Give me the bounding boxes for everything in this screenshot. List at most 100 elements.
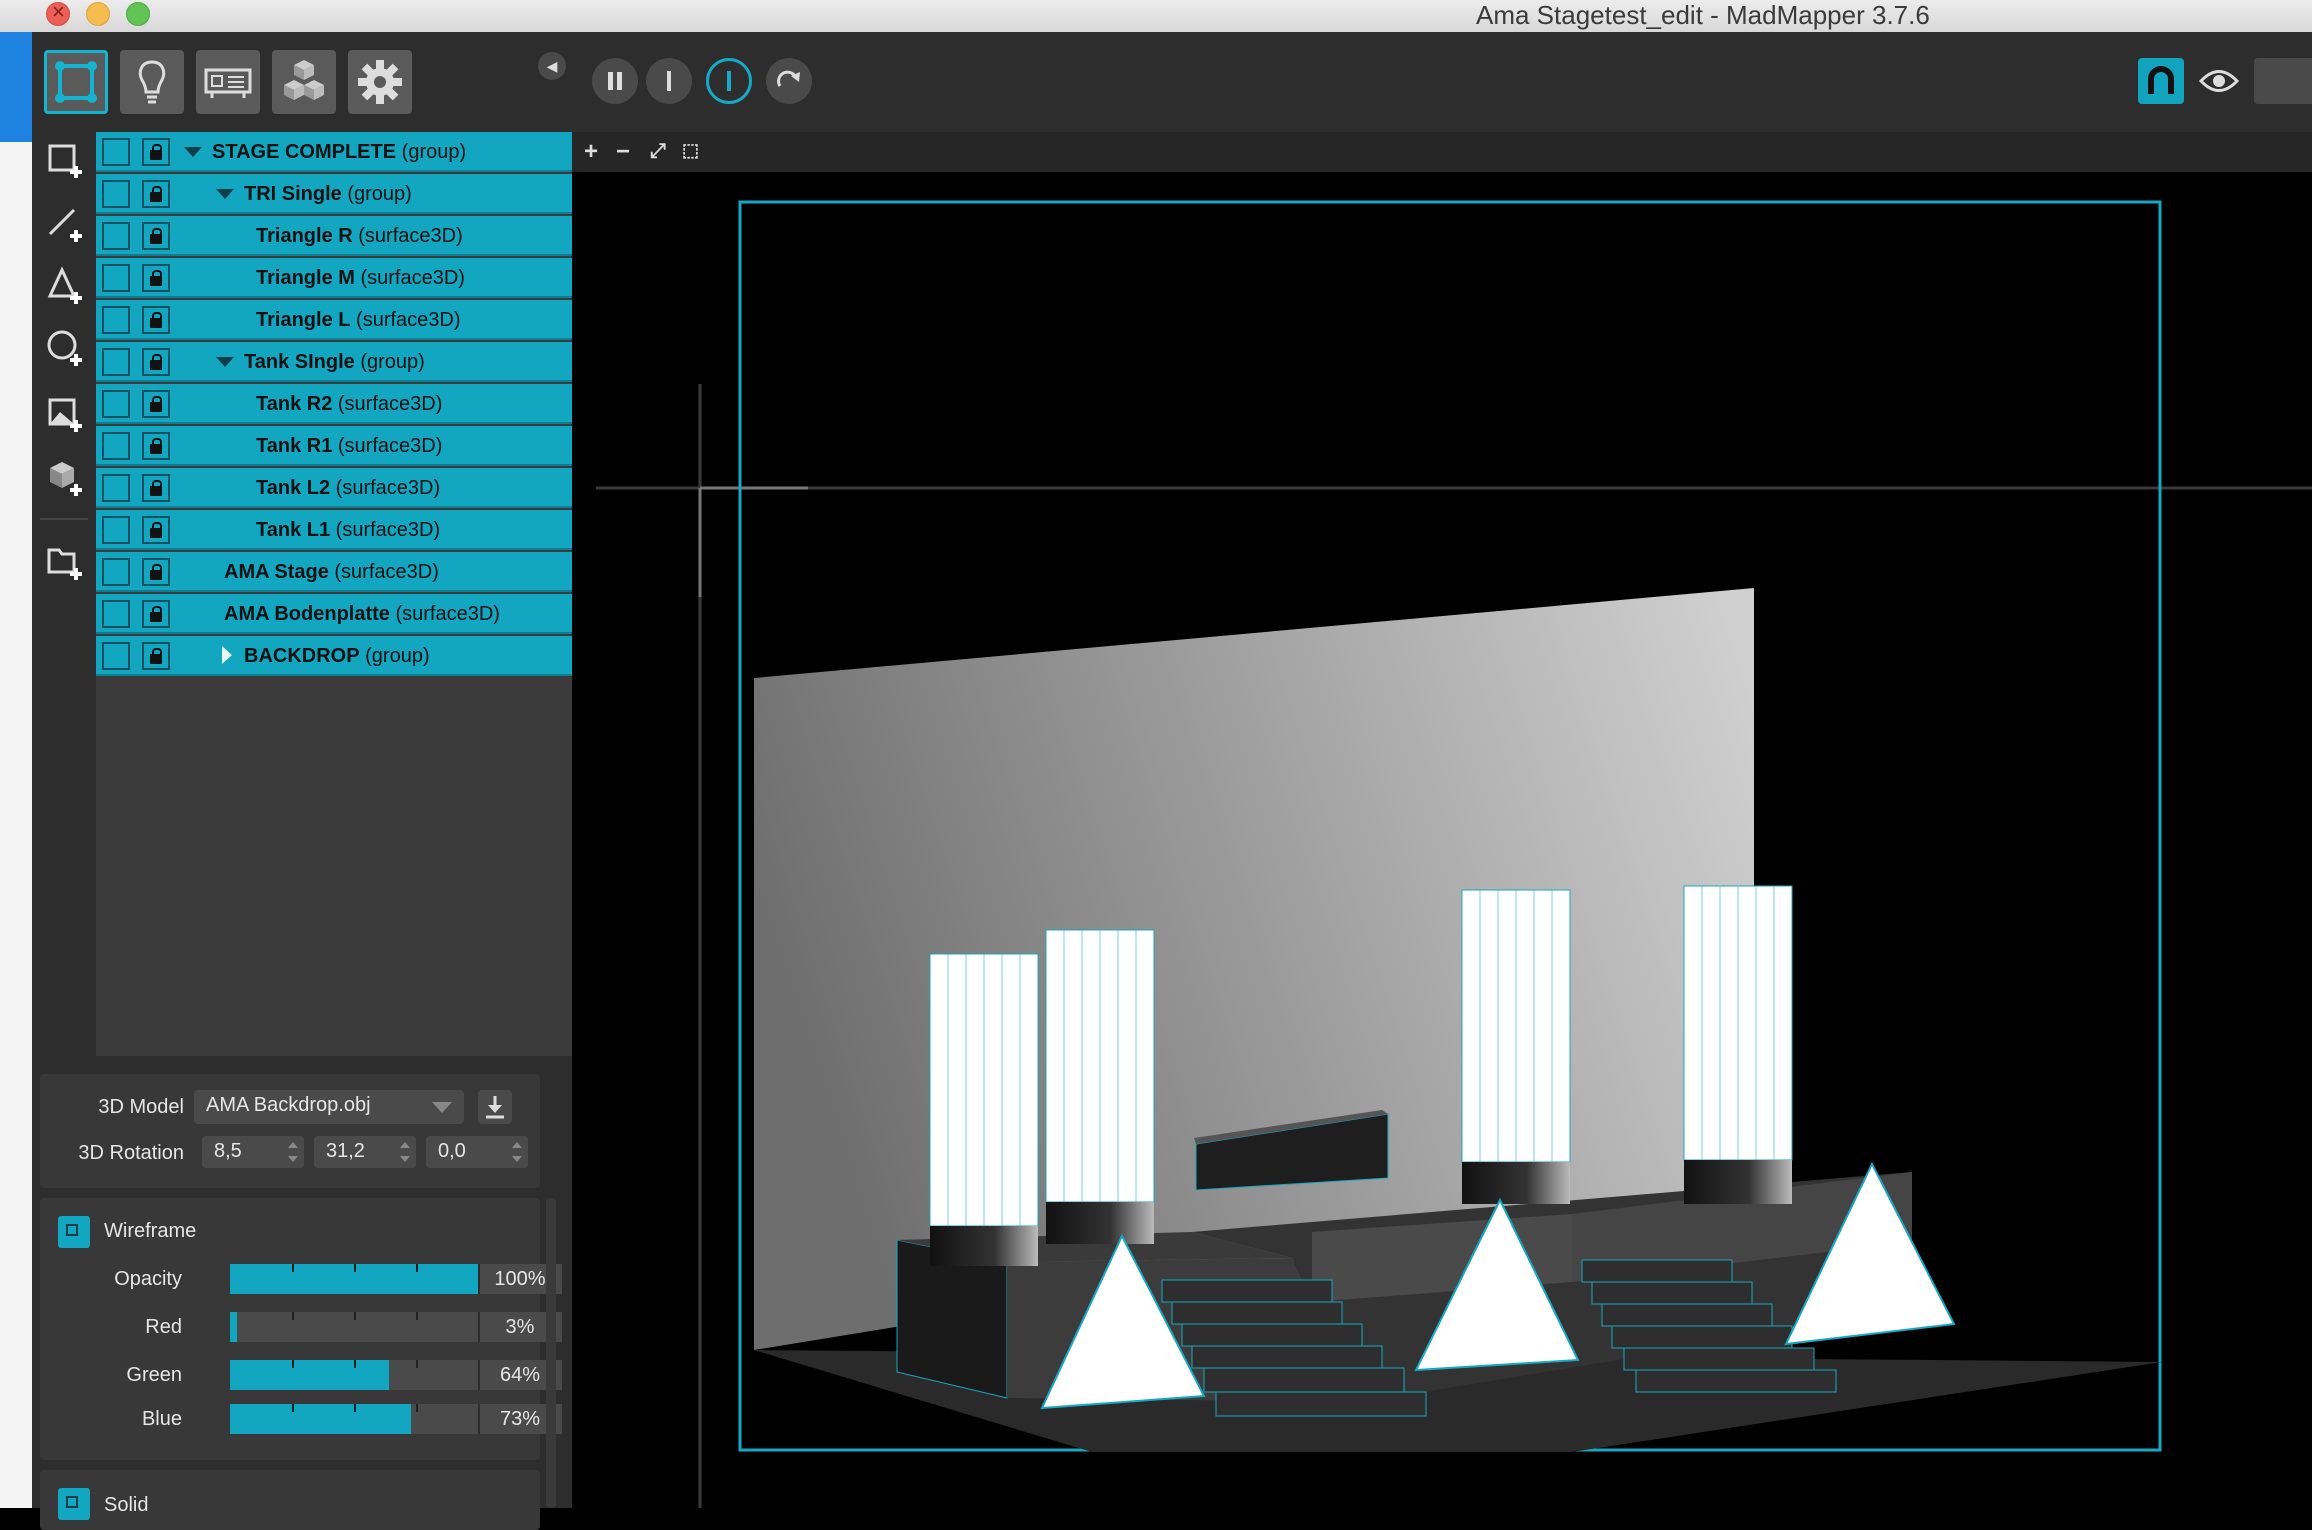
wireframe-group: Wireframe Opacity 100% Red 3% Green 64% … [40,1198,562,1460]
expand-arrow-icon[interactable] [222,646,232,664]
lock-icon[interactable] [142,474,170,502]
lock-icon[interactable] [142,264,170,292]
layer-type: (group) [347,183,412,205]
slider-separator [478,1264,480,1294]
layer-row-triangle-l[interactable]: Triangle L (surface3D) [96,300,572,340]
visibility-checkbox[interactable] [102,432,130,460]
add-quad-button[interactable] [46,140,86,180]
rotation-label: 3D Rotation [78,1142,184,1164]
layer-row-tank-single[interactable]: Tank SIngle (group) [96,342,572,382]
add-triangle-button[interactable] [46,266,86,306]
import-button[interactable] [478,1090,512,1124]
stepper-icon[interactable] [512,1142,522,1162]
layer-row-stage-complete[interactable]: STAGE COMPLETE (group) [96,132,572,172]
loop-button[interactable] [766,58,812,104]
layer-row-tank-r1[interactable]: Tank R1 (surface3D) [96,426,572,466]
visibility-checkbox[interactable] [102,516,130,544]
lock-icon[interactable] [142,432,170,460]
layer-row-tank-l1[interactable]: Tank L1 (surface3D) [96,510,572,550]
visibility-checkbox[interactable] [102,222,130,250]
opacity-slider[interactable]: 100% [230,1264,562,1294]
visibility-checkbox[interactable] [102,390,130,418]
projector-mode-button[interactable] [196,50,260,114]
wireframe-toggle[interactable] [58,1216,90,1248]
add-line-button[interactable] [46,204,86,244]
green-slider[interactable]: 64% [230,1360,562,1390]
minimize-window-button[interactable] [86,2,110,26]
layer-row-ama-bodenplatte[interactable]: AMA Bodenplatte (surface3D) [96,594,572,634]
visibility-checkbox[interactable] [102,180,130,208]
layer-row-tank-l2[interactable]: Tank L2 (surface3D) [96,468,572,508]
collapse-panel-button[interactable]: ◀ [538,52,566,80]
lock-icon[interactable] [142,600,170,628]
model-select[interactable]: AMA Backdrop.obj [194,1090,464,1124]
layer-row-tank-r2[interactable]: Tank R2 (surface3D) [96,384,572,424]
rotation-y-field[interactable]: 31,2 [314,1136,416,1168]
light-mode-button[interactable] [120,50,184,114]
expand-arrow-icon[interactable] [216,357,234,367]
layer-row-triangle-m[interactable]: Triangle M (surface3D) [96,258,572,298]
add-3d-object-button[interactable] [46,458,86,498]
settings-mode-button[interactable] [348,50,412,114]
layer-type: (surface3D) [358,225,463,247]
expand-arrow-icon[interactable] [184,147,202,157]
red-label: Red [145,1316,182,1338]
expand-arrow-icon[interactable] [216,189,234,199]
add-mask-button[interactable] [46,394,86,434]
visibility-checkbox[interactable] [102,138,130,166]
red-slider[interactable]: 3% [230,1312,562,1342]
lock-icon[interactable] [142,222,170,250]
blue-slider[interactable]: 73% [230,1404,562,1434]
surface-mode-button[interactable] [44,50,108,114]
lock-icon[interactable] [142,390,170,418]
layer-row-ama-stage[interactable]: AMA Stage (surface3D) [96,552,572,592]
visibility-checkbox[interactable] [102,642,130,670]
stage-viewport[interactable] [572,132,2312,1508]
objects-mode-button[interactable] [272,50,336,114]
layer-type: (surface3D) [337,435,443,457]
preview-button[interactable] [2196,58,2242,104]
visibility-checkbox[interactable] [102,474,130,502]
rotation-x-field[interactable]: 8,5 [202,1136,304,1168]
lock-icon[interactable] [142,138,170,166]
visibility-checkbox[interactable] [102,348,130,376]
stop-button[interactable] [646,58,692,104]
maximize-window-button[interactable] [126,2,150,26]
output-button[interactable] [2254,58,2312,104]
visibility-checkbox[interactable] [102,600,130,628]
lock-icon[interactable] [142,306,170,334]
rotation-z-field[interactable]: 0,0 [426,1136,528,1168]
solid-toggle[interactable] [58,1488,90,1520]
stepper-icon[interactable] [288,1142,298,1162]
snap-button[interactable] [2138,58,2184,104]
layer-row-backdrop[interactable]: BACKDROP (group) [96,636,572,676]
stepper-icon[interactable] [400,1142,410,1162]
lock-icon[interactable] [142,558,170,586]
fit-view-button[interactable]: ⤢ [650,140,666,163]
stage-3d-preview[interactable] [572,132,2312,1508]
layer-type: (group) [401,141,467,163]
close-window-button[interactable] [46,0,70,26]
full-frame-button[interactable]: ⬚ [682,140,699,161]
layer-row-tri-single[interactable]: TRI Single (group) [96,174,572,214]
properties-scrollbar[interactable] [546,1198,556,1508]
main-toolbar [32,32,2312,132]
lock-icon[interactable] [142,348,170,376]
visibility-checkbox[interactable] [102,558,130,586]
visibility-checkbox[interactable] [102,264,130,292]
pause-button[interactable] [592,58,638,104]
zoom-out-button[interactable]: − [616,138,630,166]
add-circle-button[interactable] [46,328,86,368]
lock-icon[interactable] [142,180,170,208]
add-folder-button[interactable] [46,542,86,582]
zoom-in-button[interactable]: + [584,138,598,166]
record-button[interactable] [706,58,752,104]
opacity-label: Opacity [114,1268,182,1290]
lock-icon[interactable] [142,642,170,670]
add-folder-icon [47,548,82,580]
visibility-checkbox[interactable] [102,306,130,334]
model-group: 3D Model AMA Backdrop.obj 3D Rotation 8,… [40,1074,540,1188]
add-triangle-icon [47,266,82,304]
lock-icon[interactable] [142,516,170,544]
layer-row-triangle-r[interactable]: Triangle R (surface3D) [96,216,572,256]
